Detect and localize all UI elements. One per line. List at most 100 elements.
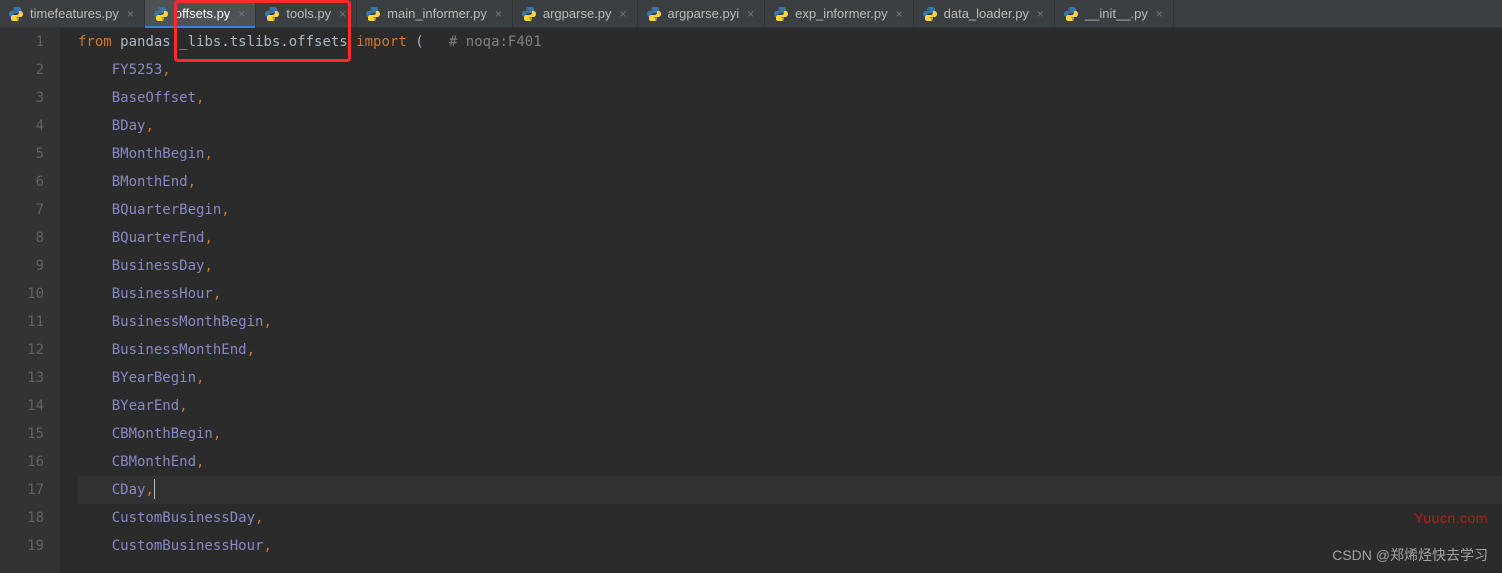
- close-icon[interactable]: ×: [745, 7, 756, 21]
- code-line: BQuarterEnd,: [78, 224, 1502, 252]
- keyword-from: from: [78, 34, 112, 50]
- line-number: 12: [0, 336, 44, 364]
- tab-label: data_loader.py: [944, 6, 1029, 21]
- tab-label: timefeatures.py: [30, 6, 119, 21]
- close-icon[interactable]: ×: [236, 7, 247, 21]
- identifier: BMonthBegin: [112, 146, 205, 162]
- tab-main_informer-py[interactable]: main_informer.py×: [357, 0, 513, 27]
- line-number: 3: [0, 84, 44, 112]
- identifier: BQuarterBegin: [112, 202, 222, 218]
- identifier: BMonthEnd: [112, 174, 188, 190]
- python-file-icon: [521, 6, 537, 22]
- tab-__init__-py[interactable]: __init__.py ×: [1055, 0, 1174, 27]
- python-file-icon: [365, 6, 381, 22]
- close-icon[interactable]: ×: [493, 7, 504, 21]
- comma: ,: [196, 454, 204, 470]
- gutter: 12345678910111213141516171819: [0, 28, 60, 573]
- comma: ,: [196, 90, 204, 106]
- comma: ,: [179, 398, 187, 414]
- line-number: 11: [0, 308, 44, 336]
- tab-bar: timefeatures.py×offsets.py×tools.py×main…: [0, 0, 1502, 28]
- comma: ,: [213, 426, 221, 442]
- identifier: CDay: [112, 482, 146, 498]
- tab-label: argparse.pyi: [668, 6, 740, 21]
- line-number: 16: [0, 448, 44, 476]
- code-line: BQuarterBegin,: [78, 196, 1502, 224]
- module-path: pandas._libs.tslibs.offsets: [120, 34, 348, 50]
- tab-timefeatures-py[interactable]: timefeatures.py ×: [0, 0, 145, 27]
- comma: ,: [188, 174, 196, 190]
- code-line: BYearBegin,: [78, 364, 1502, 392]
- identifier: CBMonthBegin: [112, 426, 213, 442]
- tab-label: offsets.py: [175, 6, 230, 21]
- identifier: BQuarterEnd: [112, 230, 205, 246]
- line-number: 10: [0, 280, 44, 308]
- python-file-icon: [153, 6, 169, 22]
- close-icon[interactable]: ×: [337, 7, 348, 21]
- comma: ,: [145, 118, 153, 134]
- tab-argparse-pyi[interactable]: argparse.pyi ×: [638, 0, 766, 27]
- identifier: CustomBusinessDay: [112, 510, 255, 526]
- identifier: BusinessMonthBegin: [112, 314, 264, 330]
- line-number: 6: [0, 168, 44, 196]
- code-line-import: from pandas._libs.tslibs.offsets import …: [78, 28, 1502, 56]
- code-line: CBMonthEnd,: [78, 448, 1502, 476]
- identifier: BusinessDay: [112, 258, 205, 274]
- comma: ,: [255, 510, 263, 526]
- open-paren: (: [415, 34, 423, 50]
- code-line: BMonthEnd,: [78, 168, 1502, 196]
- python-file-icon: [646, 6, 662, 22]
- close-icon[interactable]: ×: [618, 7, 629, 21]
- comma: ,: [196, 370, 204, 386]
- close-icon[interactable]: ×: [125, 7, 136, 21]
- code-line: BYearEnd,: [78, 392, 1502, 420]
- code-line: CustomBusinessHour,: [78, 532, 1502, 560]
- tab-data_loader-py[interactable]: data_loader.py ×: [914, 0, 1055, 27]
- code-line: BDay,: [78, 112, 1502, 140]
- comma: ,: [204, 230, 212, 246]
- line-number: 17: [0, 476, 44, 504]
- code-line: BaseOffset,: [78, 84, 1502, 112]
- line-number: 8: [0, 224, 44, 252]
- python-file-icon: [264, 6, 280, 22]
- line-number: 13: [0, 364, 44, 392]
- comma: ,: [145, 482, 153, 498]
- identifier: BDay: [112, 118, 146, 134]
- identifier: BaseOffset: [112, 90, 196, 106]
- line-number: 5: [0, 140, 44, 168]
- close-icon[interactable]: ×: [894, 7, 905, 21]
- text-caret: [154, 479, 155, 499]
- comma: ,: [213, 286, 221, 302]
- comma: ,: [263, 538, 271, 554]
- tab-exp_informer-py[interactable]: exp_informer.py×: [765, 0, 914, 27]
- comma: ,: [204, 258, 212, 274]
- line-number: 4: [0, 112, 44, 140]
- tab-label: __init__.py: [1085, 6, 1148, 21]
- line-number: 2: [0, 56, 44, 84]
- close-icon[interactable]: ×: [1154, 7, 1165, 21]
- python-file-icon: [922, 6, 938, 22]
- python-file-icon: [8, 6, 24, 22]
- line-number: 19: [0, 532, 44, 560]
- comma: ,: [162, 62, 170, 78]
- code-line: CBMonthBegin,: [78, 420, 1502, 448]
- code-line: FY5253,: [78, 56, 1502, 84]
- line-number: 15: [0, 420, 44, 448]
- code-line: CDay,: [78, 476, 1502, 504]
- code-line: BusinessMonthEnd,: [78, 336, 1502, 364]
- python-file-icon: [773, 6, 789, 22]
- line-number: 7: [0, 196, 44, 224]
- code-area[interactable]: from pandas._libs.tslibs.offsets import …: [60, 28, 1502, 573]
- tab-tools-py[interactable]: tools.py×: [256, 0, 357, 27]
- close-icon[interactable]: ×: [1035, 7, 1046, 21]
- code-line: BusinessDay,: [78, 252, 1502, 280]
- comma: ,: [247, 342, 255, 358]
- identifier: BYearBegin: [112, 370, 196, 386]
- identifier: FY5253: [112, 62, 163, 78]
- line-number: 9: [0, 252, 44, 280]
- comma: ,: [204, 146, 212, 162]
- tab-argparse-py[interactable]: argparse.py ×: [513, 0, 638, 27]
- code-line: BMonthBegin,: [78, 140, 1502, 168]
- tab-label: argparse.py: [543, 6, 612, 21]
- tab-offsets-py[interactable]: offsets.py ×: [145, 0, 256, 27]
